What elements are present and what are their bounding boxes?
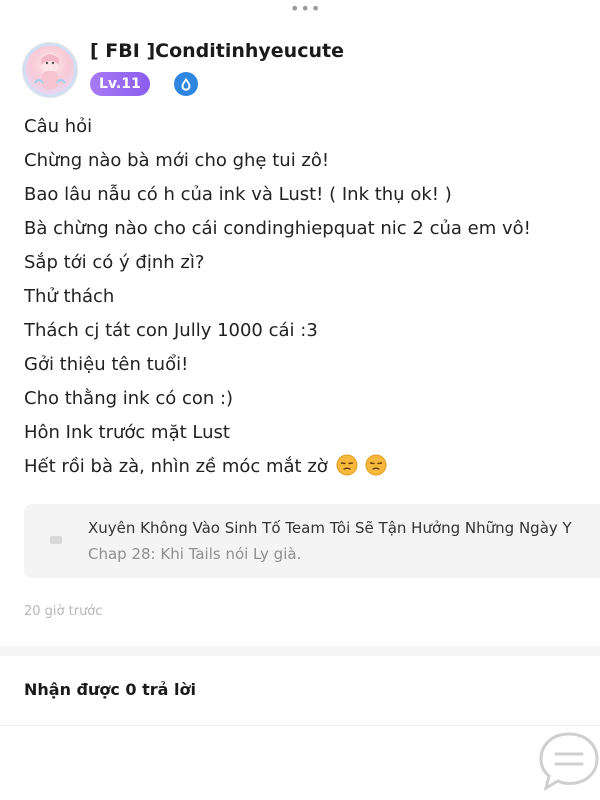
- post-line: Thử thách: [24, 286, 115, 307]
- post-line-last: Hết rồi bà zà, nhìn zề móc mắt zờ: [24, 450, 590, 484]
- level-badge: Lv.11: [90, 72, 150, 96]
- more-options-icon[interactable]: •••: [290, 0, 320, 18]
- post-line: Chừng nào bà mới cho ghẹ tui zô!: [24, 150, 330, 171]
- section-divider: [0, 646, 600, 656]
- linked-story-card[interactable]: Xuyên Không Vào Sinh Tố Team Tôi Sẽ Tận …: [24, 504, 600, 578]
- author-username[interactable]: [ FBI ]Conditinhyeucute: [90, 40, 344, 62]
- post-line: Cho thằng ink có con :): [24, 388, 234, 409]
- reply-count-label: Nhận được 0 trả lời: [24, 680, 196, 699]
- unamused-face-emoji-icon: [336, 454, 358, 476]
- post-body: Câu hỏi Chừng nào bà mới cho ghẹ tui zô!…: [24, 110, 590, 484]
- unamused-face-emoji-icon: [365, 454, 387, 476]
- story-thumbnail-icon: [50, 536, 62, 544]
- verified-drop-icon: [174, 72, 198, 96]
- divider: [0, 725, 600, 726]
- post-line: Câu hỏi: [24, 116, 93, 137]
- post-line: Sắp tới có ý định zì?: [24, 252, 205, 273]
- post-line: Gởi thiệu tên tuổi!: [24, 354, 189, 375]
- comment-button[interactable]: [536, 728, 600, 794]
- post-line: Hôn Ink trước mặt Lust: [24, 422, 230, 443]
- post-line: Bà chừng nào cho cái condinghiepquat nic…: [24, 218, 531, 239]
- post-line-text: Hết rồi bà zà, nhìn zề móc mắt zờ: [24, 456, 328, 477]
- comment-bubble-icon: [539, 732, 599, 792]
- user-avatar[interactable]: [22, 42, 78, 98]
- linked-story-title: Xuyên Không Vào Sinh Tố Team Tôi Sẽ Tận …: [88, 519, 572, 537]
- post-line: Bao lâu nẫu có h của ink và Lust! ( Ink …: [24, 184, 452, 205]
- author-header: [ FBI ]Conditinhyeucute Lv.11: [22, 38, 590, 102]
- avatar-illustration-icon: [23, 43, 77, 97]
- post-timestamp: 20 giờ trước: [24, 604, 103, 619]
- post-line: Thách cj tát con Jully 1000 cái :3: [24, 320, 318, 341]
- linked-story-chapter: Chap 28: Khi Tails nói Ly già.: [88, 545, 302, 563]
